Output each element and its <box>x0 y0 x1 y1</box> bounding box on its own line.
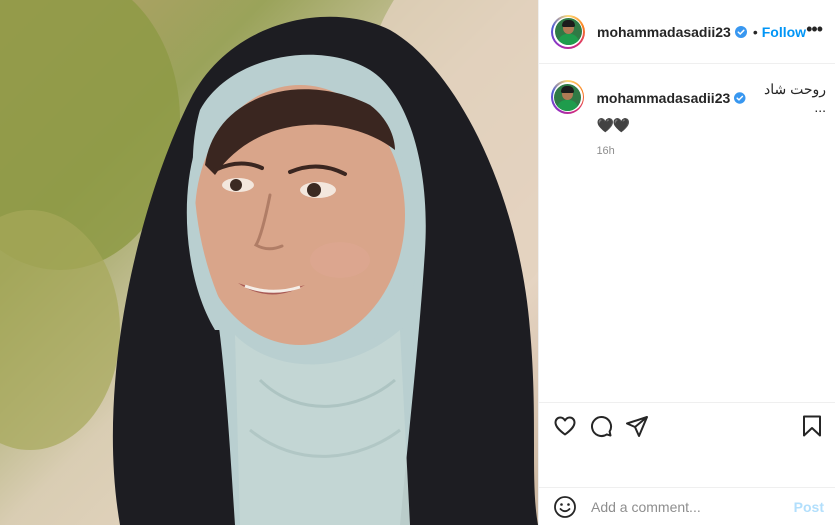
emoji-icon[interactable] <box>553 495 577 519</box>
avatar-image <box>554 18 582 45</box>
caption-author-avatar[interactable] <box>551 80 585 114</box>
avatar-hair <box>561 20 575 27</box>
avatar-shirt <box>557 34 579 45</box>
caption-text-wrap: mohammadasadii23 روحت شاد ... 🖤🖤 16h <box>596 80 826 157</box>
post-photo-illustration <box>0 0 538 525</box>
avatar-shirt <box>557 99 579 111</box>
comment-input[interactable] <box>591 498 794 515</box>
post-header: mohammadasadii23 • Follow ••• <box>539 0 835 64</box>
avatar-inner-ring <box>553 16 583 47</box>
caption-username[interactable]: mohammadasadii23 <box>596 89 730 107</box>
author-username[interactable]: mohammadasadii23 <box>597 24 731 40</box>
verified-badge-icon <box>734 25 747 38</box>
avatar-image <box>554 83 582 111</box>
avatar-hair <box>561 85 575 93</box>
action-bar <box>539 402 835 448</box>
comment-bar: Post <box>539 487 835 525</box>
more-options-icon[interactable]: ••• <box>806 20 823 38</box>
post-timestamp[interactable]: 16h <box>596 145 826 157</box>
follow-button[interactable]: Follow <box>762 24 806 40</box>
post-caption: mohammadasadii23 روحت شاد ... 🖤🖤 16h <box>551 80 826 157</box>
separator-dot: • <box>752 23 758 40</box>
post-sidebar: mohammadasadii23 • Follow ••• mohammadas… <box>538 0 835 525</box>
verified-badge-icon <box>734 92 746 104</box>
heart-icon[interactable] <box>553 414 577 438</box>
comment-icon[interactable] <box>589 414 613 438</box>
caption-text: روحت شاد ... <box>763 81 826 115</box>
caption-line: mohammadasadii23 روحت شاد ... <box>596 80 826 116</box>
author-avatar[interactable] <box>551 14 585 49</box>
share-icon[interactable] <box>625 414 649 438</box>
post-photo[interactable] <box>0 0 538 525</box>
caption-hearts: 🖤🖤 <box>596 117 630 133</box>
post-comment-button[interactable]: Post <box>794 499 824 515</box>
avatar-inner-ring <box>552 82 583 112</box>
bookmark-icon[interactable] <box>800 414 824 438</box>
